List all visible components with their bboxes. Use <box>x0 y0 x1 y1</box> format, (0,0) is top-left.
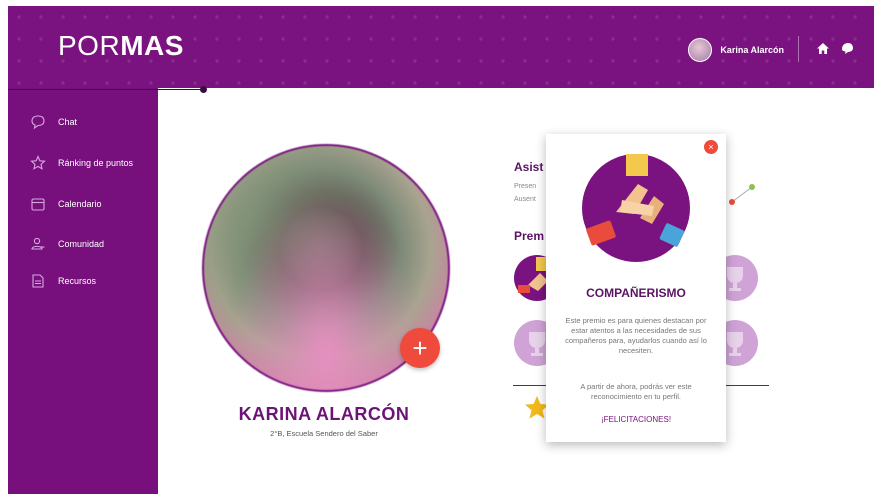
sidebar-item-label: Recursos <box>58 276 97 286</box>
attendance-chart-icon <box>729 184 755 205</box>
add-photo-button[interactable]: + <box>400 328 440 368</box>
award-modal: × COMPAÑERISMO Este premio es para quien… <box>546 134 726 442</box>
sidebar-item-resources[interactable]: Recursos <box>30 273 96 289</box>
sidebar-item-label: Calendario <box>58 199 102 209</box>
award-note: A partir de ahora, podrás ver este recon… <box>580 382 692 401</box>
avatar <box>688 38 713 62</box>
sidebar-item-label: Chat <box>58 117 78 127</box>
close-icon: × <box>708 142 714 152</box>
sidebar-item-chat[interactable]: Chat <box>30 114 77 130</box>
user-name: Karina Alarcón <box>720 45 784 55</box>
sidebar: Chat Ránking de puntos Calendario Comuni… <box>8 88 158 494</box>
close-button[interactable]: × <box>704 140 718 154</box>
notifications-icon[interactable] <box>840 42 854 58</box>
document-icon <box>32 274 44 288</box>
annotation-line <box>8 89 202 90</box>
attendance-present: Presen <box>514 183 537 190</box>
chat-bubble-icon <box>31 115 45 130</box>
annotation-dot <box>200 86 207 93</box>
user-menu[interactable]: Karina Alarcón <box>688 38 784 62</box>
sidebar-item-ranking[interactable]: Ránking de puntos <box>30 155 133 171</box>
sidebar-item-calendar[interactable]: Calendario <box>30 196 102 212</box>
congrats-link[interactable]: ¡FELICITACIONES! <box>546 415 726 424</box>
teamwork-icon <box>582 146 690 262</box>
header-divider <box>798 36 799 62</box>
sidebar-item-community[interactable]: Comunidad <box>30 236 104 252</box>
app-logo[interactable]: PORMAS <box>58 30 184 62</box>
top-header: PORMAS Karina Alarcón <box>8 6 874 88</box>
app-window: PORMAS Karina Alarcón Chat Ránking de pu… <box>8 6 874 494</box>
people-icon <box>31 237 45 250</box>
plus-icon: + <box>412 332 428 363</box>
profile-school: 2°B, Escuela Sendero del Saber <box>270 429 378 438</box>
sidebar-item-label: Ránking de puntos <box>58 158 134 168</box>
calendar-icon <box>31 198 45 211</box>
prizes-title: Prem <box>514 229 545 243</box>
profile-name: KARINA ALARCÓN <box>238 404 410 424</box>
home-icon[interactable] <box>816 42 830 58</box>
attendance-title: Asist <box>514 160 544 174</box>
sidebar-item-label: Comunidad <box>58 239 105 249</box>
award-description: Este premio es para quienes destacan por… <box>565 316 707 355</box>
award-title: COMPAÑERISMO <box>586 286 686 300</box>
star-icon <box>30 155 46 170</box>
attendance-absent: Ausent <box>514 196 536 203</box>
